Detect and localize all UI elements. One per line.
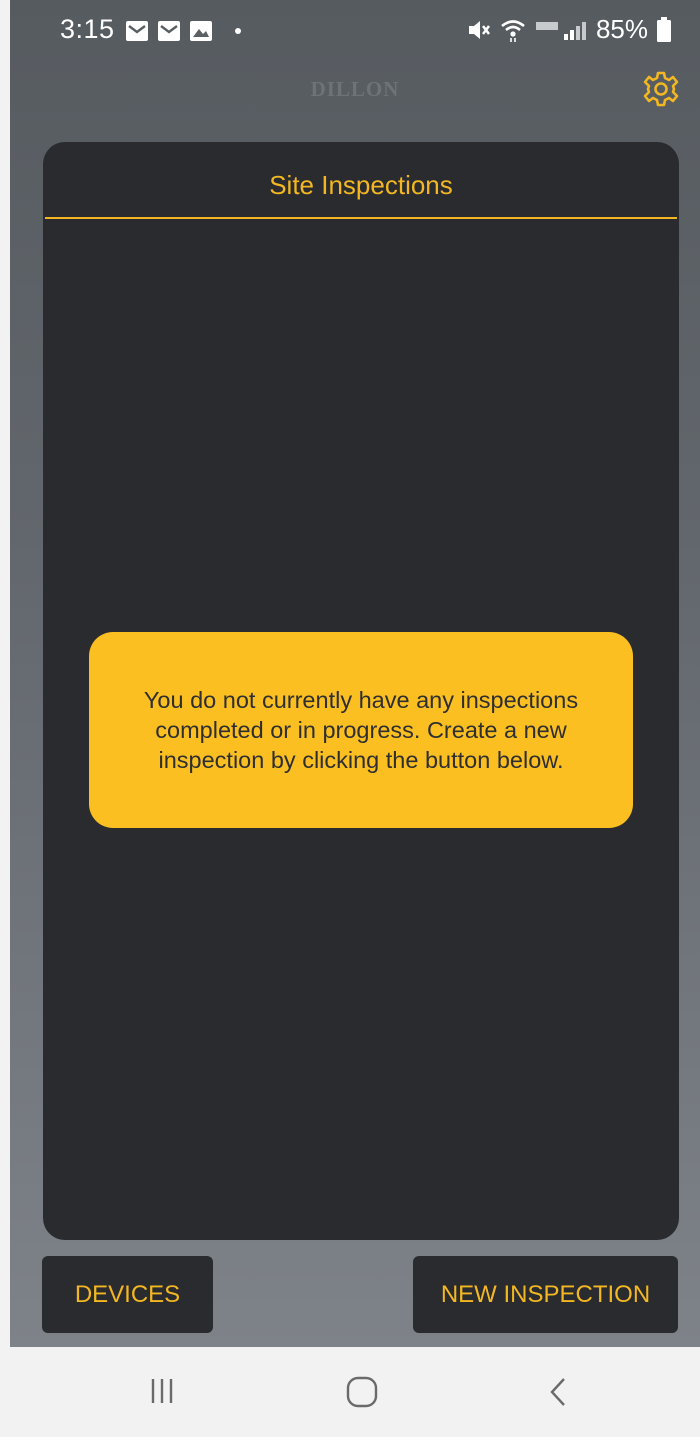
battery-icon [657,16,671,42]
recents-icon [151,1379,173,1403]
brand-logo: DILLON [310,77,400,101]
status-bar: 3:15 85% [10,0,700,60]
mail-icon [126,21,148,41]
settings-button[interactable] [642,70,680,108]
back-icon [550,1378,565,1406]
app-screen: 3:15 85% DILLON Site Inspections You do … [10,0,700,1347]
home-icon [346,1376,378,1408]
image-icon [190,21,212,41]
wifi-icon [501,19,525,42]
more-notifications-dot [235,28,241,34]
back-button[interactable] [546,1375,570,1414]
recents-button[interactable] [150,1375,174,1412]
empty-state-message: You do not currently have any inspection… [89,632,633,828]
system-navigation-bar [0,1347,700,1437]
empty-state-text: You do not currently have any inspection… [143,687,579,773]
new-inspection-button[interactable]: NEW INSPECTION [413,1256,678,1333]
site-inspections-card: Site Inspections You do not currently ha… [43,142,679,1240]
devices-button[interactable]: DEVICES [42,1256,213,1333]
status-indicators: 85% [466,14,672,45]
lte-signal-icon [535,21,586,40]
card-title: Site Inspections [269,170,453,200]
battery-percentage: 85% [595,14,648,44]
mail-icon [158,21,180,41]
notification-icons [125,20,241,42]
home-button[interactable] [345,1375,379,1414]
gear-icon [643,71,679,107]
status-time: 3:15 [60,14,115,44]
mute-icon [468,20,490,39]
title-divider [45,217,677,219]
